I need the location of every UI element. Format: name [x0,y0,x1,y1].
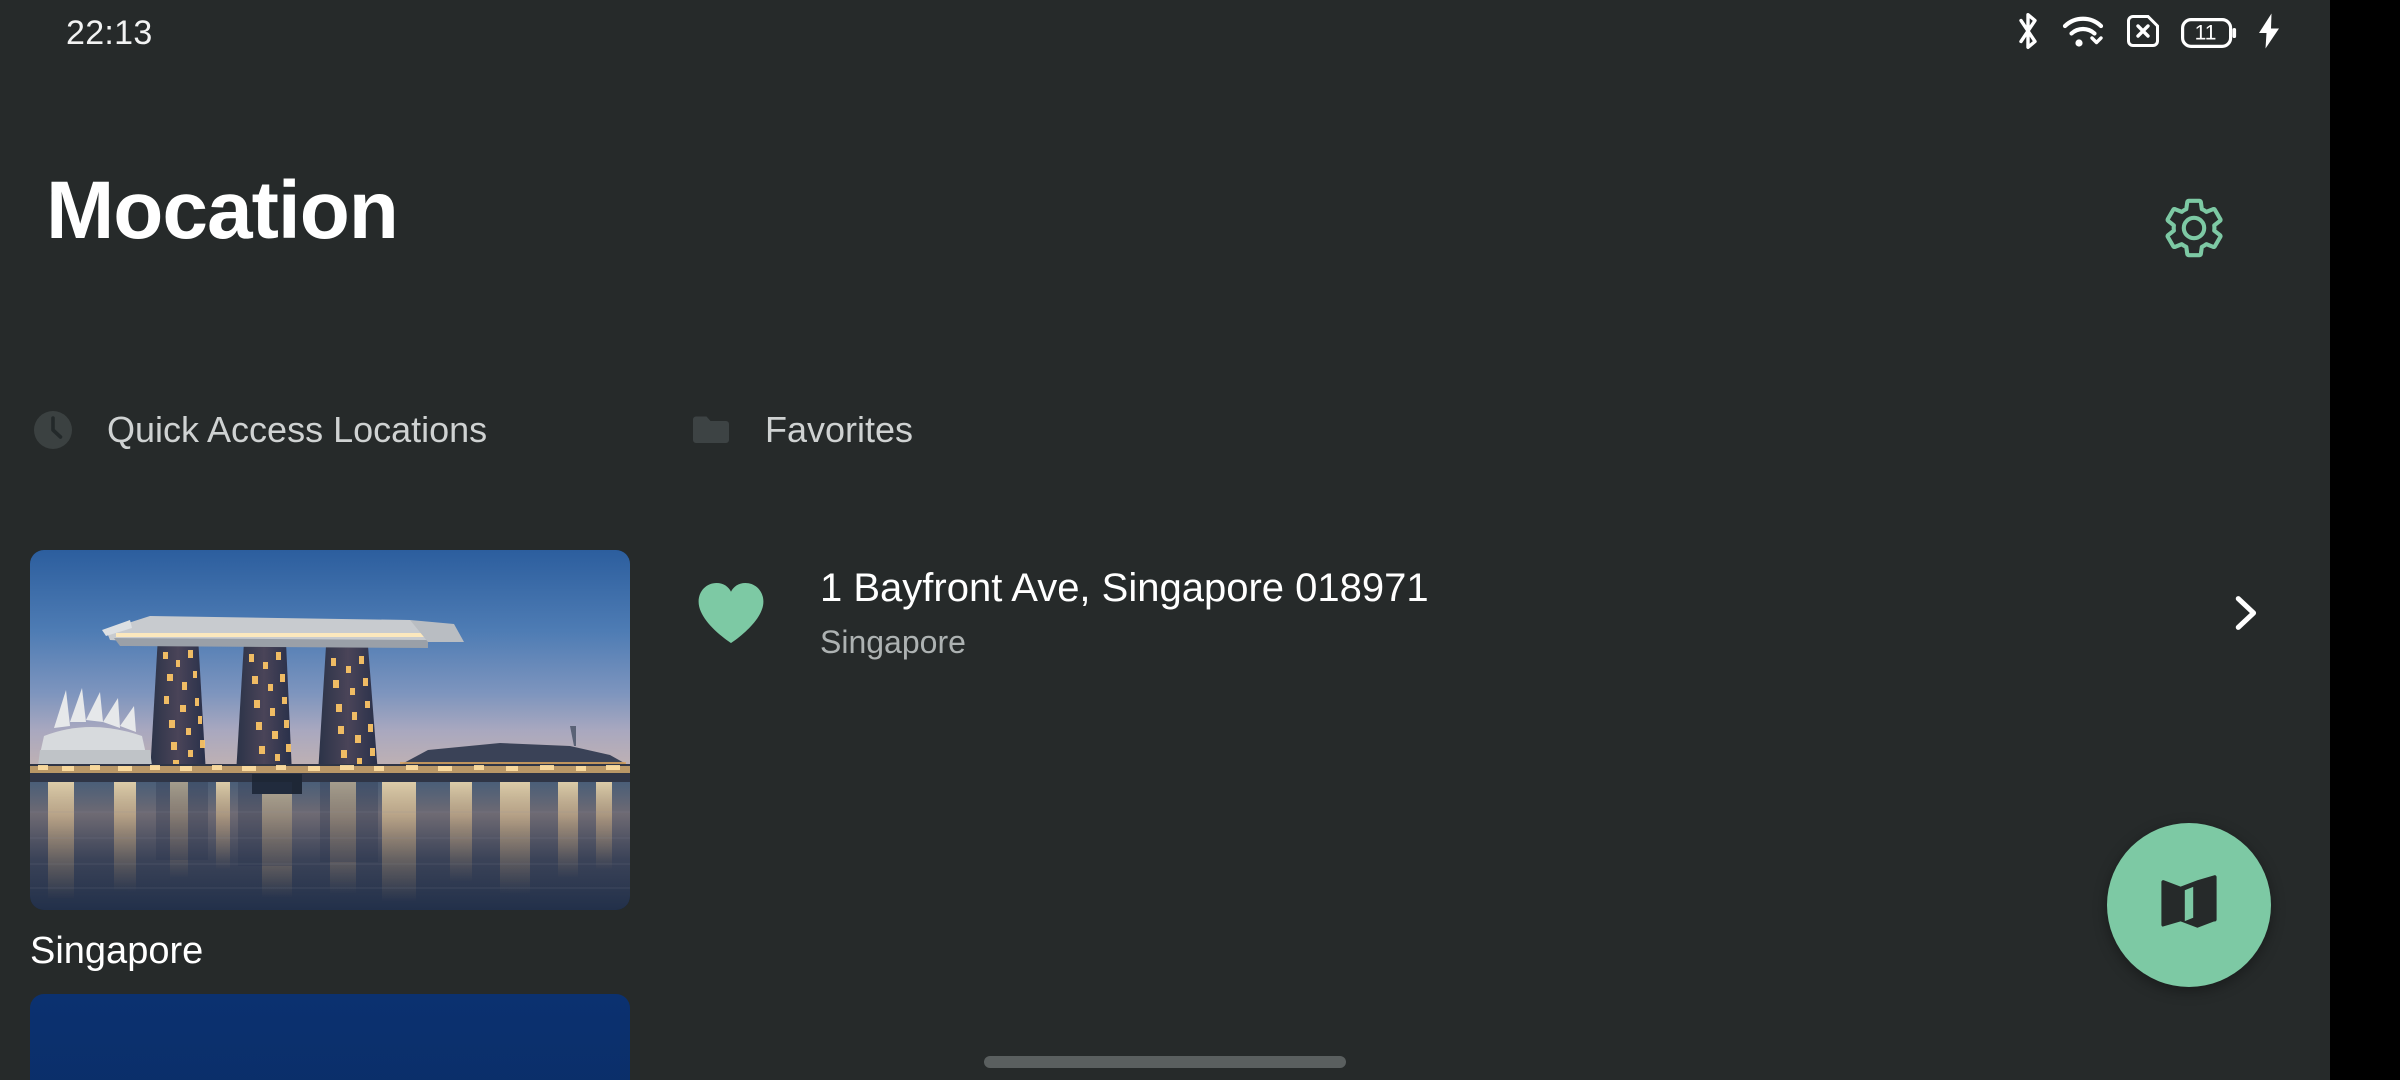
status-bar-clock: 22:13 [66,14,153,52]
favorite-list-item[interactable]: 1 Bayfront Ave, Singapore 018971 Singapo… [690,550,2290,676]
quick-access-card[interactable]: Singapore [30,550,630,970]
content-area: Quick Access Locations Favorites Singapo… [0,380,2330,1080]
heart-icon[interactable] [694,576,768,650]
device-bezel [2330,0,2400,1080]
favorites-section-label: Favorites [765,409,914,450]
location-thumbnail[interactable] [30,994,630,1080]
chevron-right-icon[interactable] [2214,583,2274,643]
open-map-fab[interactable] [2107,823,2271,987]
gear-icon [2160,194,2228,267]
bluetooth-icon [2014,10,2042,57]
wifi-icon [2061,13,2105,54]
favorite-item-title: 1 Bayfront Ave, Singapore 018971 [820,566,1429,611]
page-title: Mocation [46,165,399,256]
favorite-item-subtitle: Singapore [820,624,966,661]
app-header: Mocation [0,66,2330,266]
map-icon [2153,868,2225,943]
status-bar-icons: 11 [2014,11,2282,55]
folder-icon [690,409,732,451]
quick-access-section-label: Quick Access Locations [107,409,488,450]
favorites-section-header: Favorites [690,400,913,460]
marina-bay-sands-photo [30,550,630,910]
quick-access-list: Singapore [30,550,630,1080]
favorites-list: 1 Bayfront Ave, Singapore 018971 Singapo… [690,550,2290,676]
favorite-item-text: 1 Bayfront Ave, Singapore 018971 Singapo… [820,565,2214,661]
quick-access-card[interactable] [30,994,630,1080]
no-sim-icon [2124,12,2162,55]
battery-icon: 11 [2181,18,2237,48]
location-caption: Singapore [30,930,204,972]
location-thumbnail[interactable] [30,550,630,910]
app-window: 22:13 11 Mocation Quick Access Locations… [0,0,2330,1080]
status-bar: 22:13 11 [0,0,2330,66]
settings-button[interactable] [2158,194,2230,266]
quick-access-section-header: Quick Access Locations [32,400,487,460]
clock-icon [32,409,74,451]
home-gesture-bar[interactable] [984,1056,1346,1068]
charging-bolt-icon [2256,12,2282,55]
